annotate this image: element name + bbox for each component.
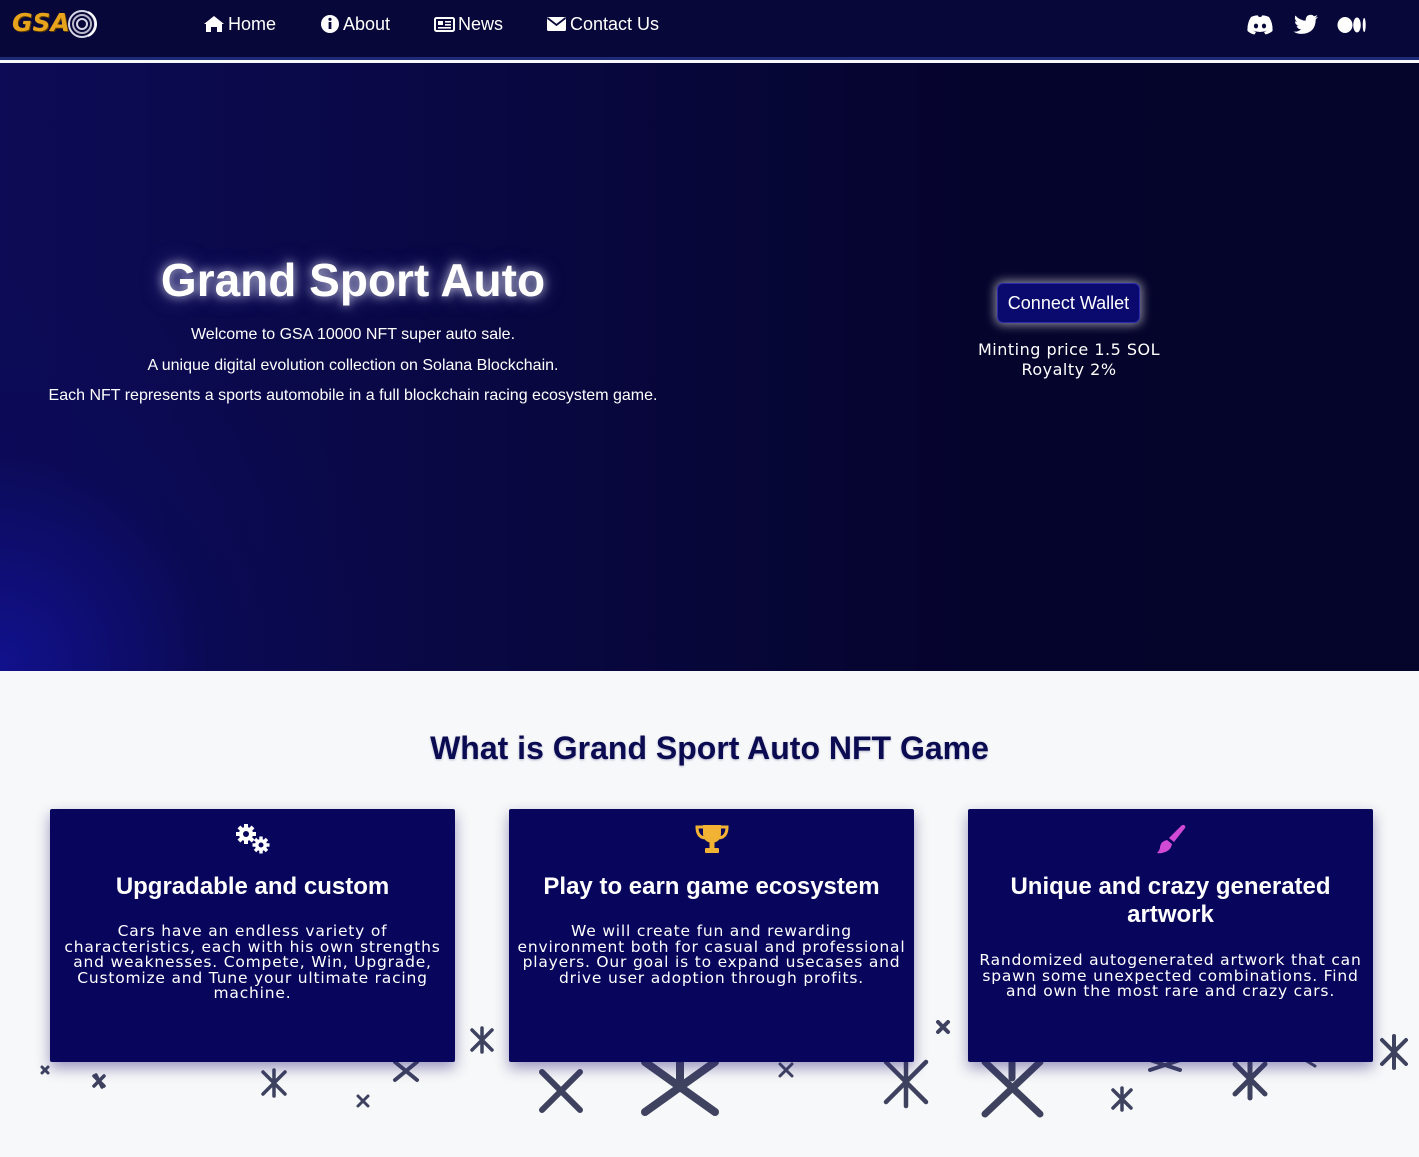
medium-icon <box>1337 17 1366 33</box>
hero-collection-text: A unique digital evolution collection on… <box>147 357 559 374</box>
feature-card-play-to-earn: Play to earn game ecosystem We will crea… <box>509 809 914 1062</box>
nav-home-label: Home <box>228 13 277 34</box>
hero-description-text: Each NFT represents a sports automobile … <box>48 387 658 404</box>
discord-icon <box>1247 15 1273 35</box>
paintbrush-icon <box>1156 824 1185 854</box>
gsa-logo[interactable]: GSA <box>12 6 100 42</box>
nav-news-label: News <box>458 13 504 34</box>
logo-text: GSA <box>12 8 70 37</box>
nav-home-link[interactable]: Home <box>203 12 276 36</box>
minting-price-text: Minting price 1.5 SOL <box>977 340 1161 359</box>
gears-icon <box>235 824 269 854</box>
card-title: Unique and crazy generated artwork <box>1010 873 1331 928</box>
discord-link[interactable] <box>1245 12 1275 38</box>
home-icon <box>204 16 224 32</box>
royalty-text: Royalty 2% <box>1021 360 1117 379</box>
hero-welcome-text: Welcome to GSA 10000 NFT super auto sale… <box>190 326 516 343</box>
nav-news-link[interactable]: News <box>434 12 503 36</box>
card-title: Upgradable and custom <box>115 873 390 900</box>
nav-contact-label: Contact Us <box>570 13 660 34</box>
card-title: Play to earn game ecosystem <box>543 873 880 900</box>
card-text: Cars have an endless variety of characte… <box>64 922 441 1002</box>
connect-wallet-button[interactable]: Connect Wallet <box>997 283 1140 323</box>
card-text: Randomized autogenerated artwork that ca… <box>979 951 1362 1000</box>
card-text: We will create fun and rewarding environ… <box>517 922 906 987</box>
nav-about-label: About <box>343 13 391 34</box>
nav-about-link[interactable]: About <box>320 12 390 36</box>
section-title: What is Grand Sport Auto NFT Game <box>430 730 989 766</box>
hero-title: Grand Sport Auto <box>160 254 546 306</box>
newspaper-icon <box>434 16 455 32</box>
top-navbar: GSA Home About News Contact Us <box>0 0 1419 60</box>
medium-link[interactable] <box>1337 12 1367 38</box>
wheel-icon <box>68 10 97 38</box>
feature-card-artwork: Unique and crazy generated artwork Rando… <box>968 809 1373 1062</box>
envelope-icon <box>546 17 567 31</box>
twitter-link[interactable] <box>1291 12 1321 38</box>
hero-section: Grand Sport Auto Welcome to GSA 10000 NF… <box>0 63 1419 671</box>
feature-card-upgradable: Upgradable and custom Cars have an endle… <box>50 809 455 1062</box>
info-icon <box>321 15 339 33</box>
twitter-icon <box>1293 14 1318 34</box>
trophy-icon <box>694 825 729 853</box>
nav-contact-link[interactable]: Contact Us <box>546 12 659 36</box>
